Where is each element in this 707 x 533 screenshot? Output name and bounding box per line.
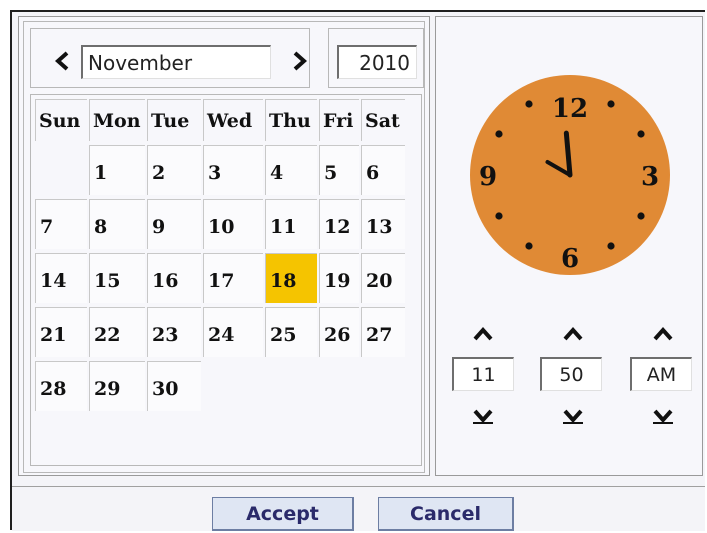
clock-panel: 12 3 6 9 11 50 AM xyxy=(435,16,703,476)
calendar-day[interactable]: 2 xyxy=(147,145,201,195)
ampm-down-button[interactable] xyxy=(650,403,676,429)
chevron-left-icon xyxy=(55,51,69,71)
year-field[interactable]: 2010 xyxy=(337,45,417,79)
cancel-button[interactable]: Cancel xyxy=(378,497,514,531)
weekday-header: Fri xyxy=(319,99,359,141)
calendar-day[interactable]: 16 xyxy=(147,253,201,303)
clock-tick-dot xyxy=(637,130,645,138)
calendar-day[interactable]: 8 xyxy=(89,199,145,249)
clock-tick-dot xyxy=(495,212,503,220)
accept-button[interactable]: Accept xyxy=(212,497,354,531)
calendar-day[interactable]: 14 xyxy=(35,253,87,303)
calendar-day[interactable]: 30 xyxy=(147,361,201,411)
calendar-panel: November 2010 Sun Mon Tue Wed Thu Fri Sa… xyxy=(18,16,430,476)
weekday-header: Mon xyxy=(89,99,145,141)
calendar-day[interactable]: 23 xyxy=(147,307,201,357)
calendar-day[interactable]: 24 xyxy=(203,307,263,357)
calendar-inner: November 2010 Sun Mon Tue Wed Thu Fri Sa… xyxy=(23,21,425,473)
clock-numeral-12: 12 xyxy=(552,94,588,124)
calendar-day[interactable]: 12 xyxy=(319,199,359,249)
calendar-day[interactable]: 19 xyxy=(319,253,359,303)
chevron-up-icon xyxy=(473,326,493,341)
date-time-picker-dialog: November 2010 Sun Mon Tue Wed Thu Fri Sa… xyxy=(10,10,705,531)
calendar-day[interactable]: 20 xyxy=(361,253,405,303)
clock-tick-dot xyxy=(607,242,615,250)
calendar-day[interactable]: 17 xyxy=(203,253,263,303)
weekday-header: Thu xyxy=(265,99,317,141)
hour-up-button[interactable] xyxy=(470,321,496,347)
weekday-header: Wed xyxy=(203,99,263,141)
calendar-day[interactable]: 9 xyxy=(147,199,201,249)
clock-tick-dot xyxy=(525,100,533,108)
calendar-day[interactable]: 3 xyxy=(203,145,263,195)
chevron-down-icon xyxy=(473,409,493,424)
weekday-header: Sun xyxy=(35,99,87,141)
month-field[interactable]: November xyxy=(81,45,271,79)
calendar-empty-cell xyxy=(361,361,405,411)
calendar-day[interactable]: 29 xyxy=(89,361,145,411)
ampm-up-button[interactable] xyxy=(650,321,676,347)
minute-field[interactable]: 50 xyxy=(540,357,602,391)
prev-month-button[interactable] xyxy=(51,49,73,73)
calendar-day[interactable]: 13 xyxy=(361,199,405,249)
hour-field[interactable]: 11 xyxy=(452,357,514,391)
month-selector: November xyxy=(30,28,310,88)
calendar-day[interactable]: 10 xyxy=(203,199,263,249)
dialog-button-bar: Accept Cancel xyxy=(12,486,705,531)
calendar-empty-cell xyxy=(35,145,87,195)
calendar-empty-cell xyxy=(319,361,359,411)
chevron-down-icon xyxy=(563,409,583,424)
calendar-day[interactable]: 25 xyxy=(265,307,317,357)
calendar-day[interactable]: 1 xyxy=(89,145,145,195)
calendar-day-selected[interactable]: 18 xyxy=(265,253,317,303)
clock-numeral-9: 9 xyxy=(479,162,497,192)
calendar-day[interactable]: 11 xyxy=(265,199,317,249)
clock-numeral-6: 6 xyxy=(561,244,579,274)
clock-numeral-3: 3 xyxy=(641,162,659,192)
year-selector: 2010 xyxy=(328,28,424,88)
calendar-day[interactable]: 22 xyxy=(89,307,145,357)
calendar-day[interactable]: 27 xyxy=(361,307,405,357)
calendar-empty-cell xyxy=(203,361,263,411)
minute-up-button[interactable] xyxy=(560,321,586,347)
chevron-right-icon xyxy=(293,51,307,71)
clock-tick-dot xyxy=(495,130,503,138)
weekday-header: Tue xyxy=(147,99,201,141)
calendar-day[interactable]: 6 xyxy=(361,145,405,195)
calendar-day[interactable]: 5 xyxy=(319,145,359,195)
clock-tick-dot xyxy=(525,242,533,250)
next-month-button[interactable] xyxy=(289,49,311,73)
clock-tick-dot xyxy=(607,100,615,108)
calendar-day[interactable]: 7 xyxy=(35,199,87,249)
calendar-day[interactable]: 28 xyxy=(35,361,87,411)
ampm-field[interactable]: AM xyxy=(630,357,692,391)
weekday-header: Sat xyxy=(361,99,405,141)
analog-clock: 12 3 6 9 xyxy=(470,75,670,275)
chevron-up-icon xyxy=(563,326,583,341)
calendar-day[interactable]: 4 xyxy=(265,145,317,195)
calendar-empty-cell xyxy=(265,361,317,411)
calendar-day[interactable]: 21 xyxy=(35,307,87,357)
calendar-day[interactable]: 26 xyxy=(319,307,359,357)
calendar-day[interactable]: 15 xyxy=(89,253,145,303)
hour-down-button[interactable] xyxy=(470,403,496,429)
chevron-down-icon xyxy=(653,409,673,424)
minute-down-button[interactable] xyxy=(560,403,586,429)
calendar-grid: Sun Mon Tue Wed Thu Fri Sat 1 2 3 4 5 6 7 8 9 10 1… xyxy=(30,94,422,466)
chevron-up-icon xyxy=(653,326,673,341)
clock-tick-dot xyxy=(637,212,645,220)
